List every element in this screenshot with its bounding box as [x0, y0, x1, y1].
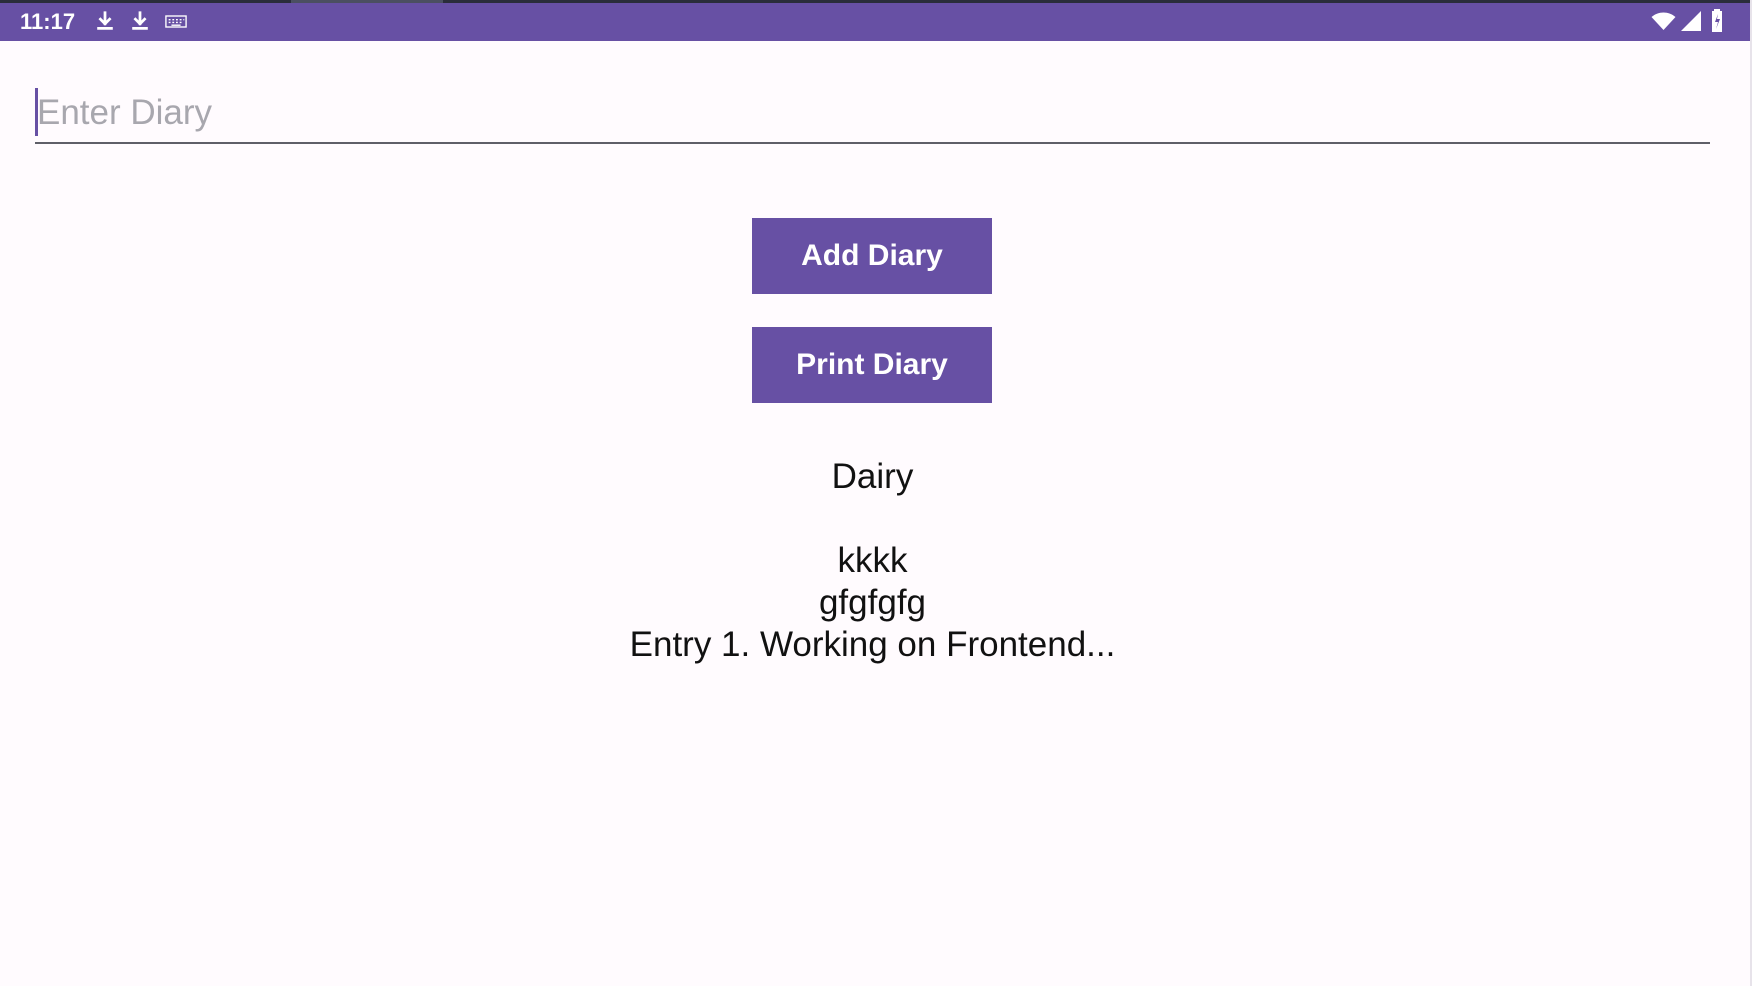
download-icon [97, 11, 113, 30]
signal-icon [1681, 11, 1701, 31]
status-top-highlight [291, 0, 443, 3]
diary-app-screen: 11:17 Add Diary Print Diary Dairy k [0, 0, 1752, 986]
diary-entry: kkkk [837, 541, 908, 580]
status-bar: 11:17 [0, 0, 1750, 41]
diary-text-input[interactable] [37, 87, 1707, 139]
battery-icon [1712, 9, 1722, 32]
diary-entry: gfgfgfg [818, 583, 927, 622]
status-time: 11:17 [20, 9, 76, 34]
print-diary-button[interactable]: Print Diary [752, 327, 992, 403]
diary-title: Dairy [831, 457, 914, 496]
add-diary-button[interactable]: Add Diary [752, 218, 992, 294]
wifi-icon [1651, 12, 1676, 30]
diary-entry-list: kkkk gfgfgfg Entry 1. Working on Fronten… [430, 540, 1315, 666]
diary-entry: Entry 1. Working on Frontend... [629, 625, 1116, 664]
keyboard-icon [165, 15, 187, 28]
download-icon [132, 11, 148, 30]
status-top-accent [0, 0, 1750, 3]
diary-input-field[interactable] [35, 87, 1710, 144]
